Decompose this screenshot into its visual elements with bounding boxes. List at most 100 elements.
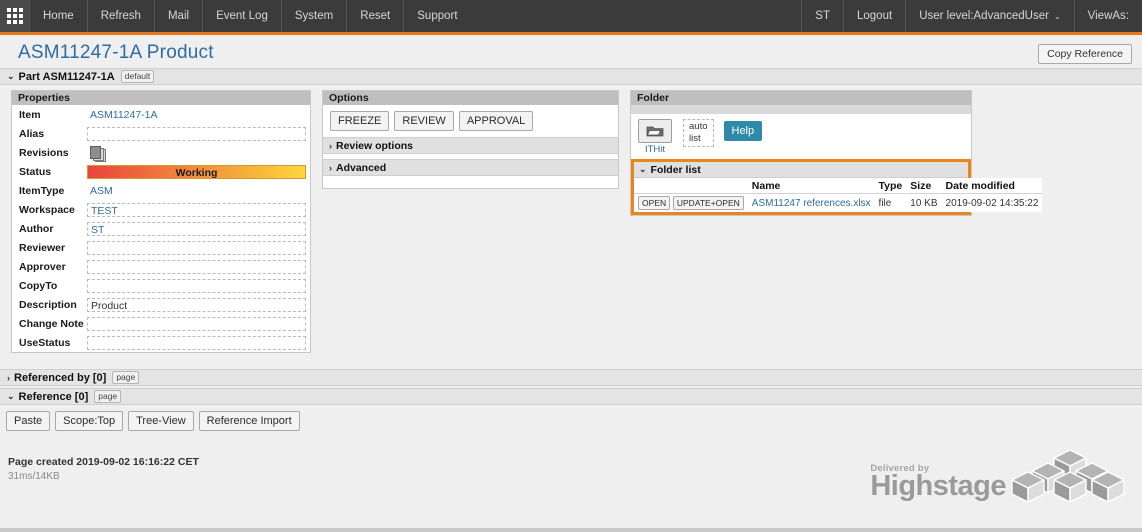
page-footer: Page created 2019-09-02 16:16:22 CET 31m… xyxy=(0,446,1142,532)
property-label-alias: Alias xyxy=(19,127,45,140)
chevron-down-icon: ⌄ xyxy=(7,391,15,401)
column-header-size[interactable]: Size xyxy=(906,178,942,194)
page-created-text: Page created 2019-09-02 16:16:22 CET xyxy=(8,456,199,468)
folder-toolbar-strip xyxy=(631,105,971,114)
file-name-link[interactable]: ASM11247 references.xlsx xyxy=(752,198,871,209)
highstage-cubes-icon xyxy=(1011,450,1125,502)
properties-panel-header: Properties xyxy=(12,91,310,105)
folder-list-header[interactable]: ⌄ Folder list xyxy=(634,162,968,178)
folder-tools: ITHit auto list Help xyxy=(631,114,971,159)
property-input-change-note[interactable] xyxy=(87,316,306,331)
column-header-type[interactable]: Type xyxy=(874,178,907,194)
property-label-description: Description xyxy=(19,298,77,311)
nav-item-user-level[interactable]: User level:AdvancedUser ⌄ xyxy=(905,0,1073,32)
referenced-by-badge: page xyxy=(112,371,140,384)
open-button[interactable]: OPEN xyxy=(638,196,671,210)
user-level-label: User level:AdvancedUser xyxy=(919,10,1049,22)
nav-item-system[interactable]: System xyxy=(280,0,346,32)
property-input-author[interactable]: ST xyxy=(87,221,306,236)
freeze-button[interactable]: FREEZE xyxy=(330,111,390,131)
properties-panel-title: Properties xyxy=(18,92,70,104)
nav-item-refresh[interactable]: Refresh xyxy=(86,0,154,32)
nav-item-reset[interactable]: Reset xyxy=(346,0,403,32)
reference-buttons-group: Paste Scope:Top Tree-View Reference Impo… xyxy=(0,405,1142,437)
chevron-down-icon: ⌄ xyxy=(639,164,647,174)
folder-panel-body: ITHit auto list Help ⌄ Folder list Name … xyxy=(631,105,1043,215)
reference-import-button[interactable]: Reference Import xyxy=(198,411,300,431)
property-label-status: Status xyxy=(19,165,52,178)
revisions-stack-icon[interactable] xyxy=(90,145,106,162)
help-button[interactable]: Help xyxy=(723,121,763,141)
property-row-workspace: Workspace TEST xyxy=(12,200,310,219)
column-header-date-modified[interactable]: Date modified xyxy=(941,178,1043,194)
property-label-item: Item xyxy=(19,108,41,121)
property-row-approver: Approver xyxy=(12,257,310,276)
property-value-item[interactable]: ASM11247-1A xyxy=(87,109,306,121)
property-input-copyto[interactable] xyxy=(87,278,306,293)
property-input-alias[interactable] xyxy=(87,126,306,141)
row-size-cell: 10 KB xyxy=(910,197,938,209)
property-row-revisions: Revisions xyxy=(12,143,310,162)
property-row-description: Description Product xyxy=(12,295,310,314)
update-open-button[interactable]: UPDATE+OPEN xyxy=(672,196,744,210)
part-section-header[interactable]: ⌄ Part ASM11247-1A default xyxy=(0,68,1142,85)
paste-button[interactable]: Paste xyxy=(6,411,51,431)
property-input-workspace[interactable]: TEST xyxy=(87,202,306,217)
user-initials-label: ST xyxy=(815,10,830,22)
auto-label: auto xyxy=(689,121,708,132)
tree-view-button[interactable]: Tree-View xyxy=(128,411,194,431)
property-row-copyto: CopyTo xyxy=(12,276,310,295)
referenced-by-section-header[interactable]: › Referenced by [0] page xyxy=(0,369,1142,386)
page-title-bar: ASM11247-1A Product Copy Reference xyxy=(0,35,1142,68)
nav-item-logout[interactable]: Logout xyxy=(843,0,905,32)
row-actions-cell: OPEN UPDATE+OPEN xyxy=(634,194,748,213)
nav-item-mail[interactable]: Mail xyxy=(153,0,202,32)
property-label-author: Author xyxy=(19,222,54,235)
nav-left-group: Home Refresh Mail Event Log System Reset… xyxy=(0,0,471,32)
ithit-control: ITHit xyxy=(637,119,673,155)
property-input-usestatus[interactable] xyxy=(87,335,306,350)
property-input-approver[interactable] xyxy=(87,259,306,274)
auto-list-box[interactable]: auto list xyxy=(683,119,714,147)
ithit-label[interactable]: ITHit xyxy=(637,144,673,155)
folder-open-icon[interactable] xyxy=(638,119,672,143)
apps-grid-icon[interactable] xyxy=(0,0,29,32)
reference-label: Reference [0] xyxy=(18,390,89,403)
review-options-label: Review options xyxy=(336,139,414,152)
property-value-itemtype[interactable]: ASM xyxy=(87,185,306,197)
footer-divider xyxy=(0,528,1142,532)
copy-reference-button[interactable]: Copy Reference xyxy=(1038,44,1132,64)
scope-top-button[interactable]: Scope:Top xyxy=(55,411,124,431)
logout-label: Logout xyxy=(857,10,893,22)
property-input-description[interactable]: Product xyxy=(87,297,306,312)
column-header-actions xyxy=(634,178,748,194)
nav-item-event-log[interactable]: Event Log xyxy=(202,0,281,32)
property-input-reviewer[interactable] xyxy=(87,240,306,255)
reference-section-header[interactable]: ⌄ Reference [0] page xyxy=(0,388,1142,405)
nav-item-support-label: Support xyxy=(417,10,458,22)
property-label-workspace: Workspace xyxy=(19,203,75,216)
application-window: Home Refresh Mail Event Log System Reset… xyxy=(0,0,1142,532)
chevron-down-icon: ⌄ xyxy=(1053,11,1061,21)
list-label: list xyxy=(689,133,701,144)
folder-panel: Folder ITHit auto list Help ⌄ Folder lis… xyxy=(630,90,1043,216)
properties-panel-body: Item ASM11247-1A Alias Revisions Status … xyxy=(12,105,310,352)
options-buttons-group: FREEZE REVIEW APPROVAL xyxy=(323,105,618,137)
review-button[interactable]: REVIEW xyxy=(394,111,454,131)
options-panel-body: FREEZE REVIEW APPROVAL › Review options … xyxy=(323,105,618,188)
property-row-reviewer: Reviewer xyxy=(12,238,310,257)
folder-list-highlight: ⌄ Folder list Name Type Size Date modifi… xyxy=(631,159,1043,215)
highstage-logo: Delivered by Highstage xyxy=(870,450,1126,502)
nav-item-support[interactable]: Support xyxy=(403,0,470,32)
logo-highstage-text: Highstage xyxy=(870,470,1006,502)
folder-file-table-header-row: Name Type Size Date modified xyxy=(634,178,1043,194)
nav-item-user-initials[interactable]: ST xyxy=(801,0,843,32)
nav-item-view-as[interactable]: ViewAs: xyxy=(1073,0,1142,32)
review-options-section[interactable]: › Review options xyxy=(323,137,618,154)
nav-item-home[interactable]: Home xyxy=(29,0,87,32)
folder-panel-title: Folder xyxy=(637,92,670,104)
column-header-name[interactable]: Name xyxy=(747,178,875,194)
approval-button[interactable]: APPROVAL xyxy=(458,111,534,131)
advanced-section[interactable]: › Advanced xyxy=(323,159,618,176)
property-label-copyto: CopyTo xyxy=(19,279,58,292)
